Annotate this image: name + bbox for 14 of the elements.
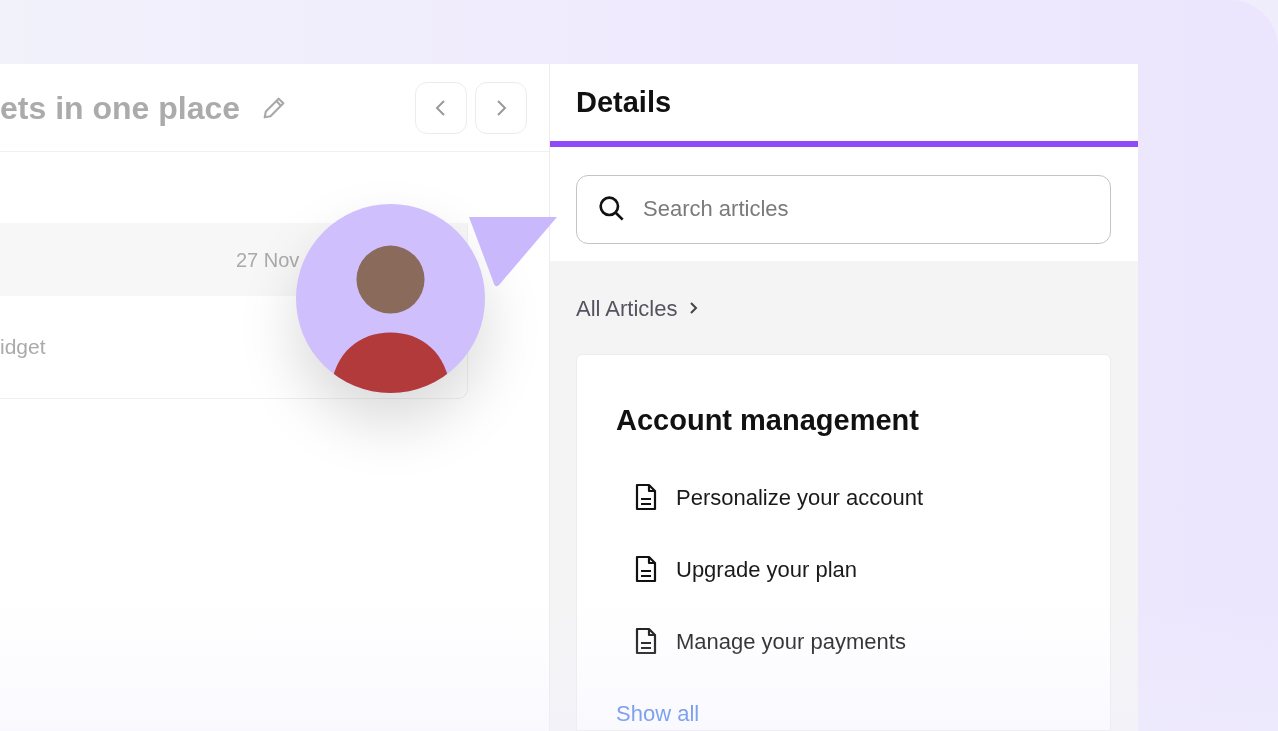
breadcrumb-link[interactable]: All Articles <box>576 291 1112 325</box>
section-title: Account management <box>616 403 920 438</box>
article-link[interactable]: Personalize your account <box>634 461 1071 533</box>
article-link[interactable]: Manage your payments <box>634 605 1071 677</box>
search-field[interactable]: Search articles <box>576 174 1111 244</box>
document-icon <box>634 627 658 655</box>
previous-button[interactable] <box>415 81 467 134</box>
document-icon <box>634 555 658 583</box>
page-title: ets in one place <box>0 88 241 128</box>
panel-title: Details <box>576 84 672 120</box>
date-text: 27 Nov <box>236 247 300 273</box>
next-button[interactable] <box>475 81 527 134</box>
article-link[interactable]: Upgrade your plan <box>634 533 1071 605</box>
document-icon <box>634 483 658 511</box>
